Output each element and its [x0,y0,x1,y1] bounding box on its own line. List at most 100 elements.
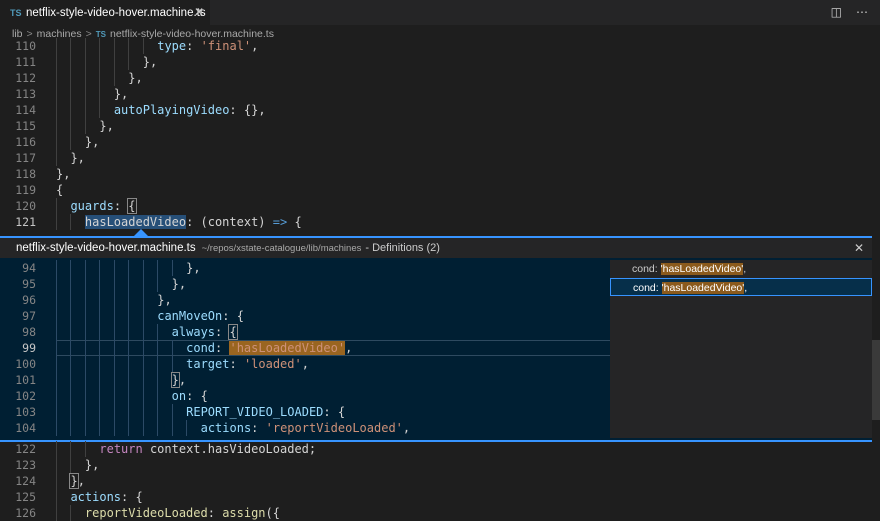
indent-guide [56,505,57,521]
split-editor-icon[interactable]: ◫ [831,5,842,19]
editor-code-top[interactable]: 110type: 'final',111},112},113},114autoP… [0,38,880,230]
code-line[interactable]: 125actions: { [0,489,880,505]
code-token: : [229,357,243,371]
code-token: } [172,373,179,387]
indent-guide [128,54,129,70]
indent-guide [172,404,173,420]
indent-guide [56,260,57,276]
code-line[interactable]: 121hasLoadedVideo: (context) => { [0,214,880,230]
indent-guide [114,420,115,436]
code-token: canMoveOn [157,309,222,323]
editor-code-bottom[interactable]: 122return context.hasVideoLoaded;123},12… [0,441,880,521]
indent-guide [70,86,71,102]
code-line[interactable]: 110type: 'final', [0,38,880,54]
line-number: 99 [0,340,36,356]
code-line[interactable]: 96}, [0,292,610,308]
indent-guide [114,38,115,54]
indent-guide [56,404,57,420]
line-number: 96 [0,292,36,308]
code-token: , [179,373,186,387]
reference-item[interactable]: cond: 'hasLoadedVideo', [610,278,872,296]
code-text: }, [143,54,157,70]
indent-guide [70,276,71,292]
code-token: REPORT_VIDEO_LOADED [186,405,323,419]
code-line[interactable]: 118}, [0,166,880,182]
peek-path: ~/repos/xstate-catalogue/lib/machines [202,243,362,254]
code-line[interactable]: 115}, [0,118,880,134]
code-line[interactable]: 104actions: 'reportVideoLoaded', [0,420,610,436]
code-line[interactable]: 101}, [0,372,610,388]
indent-guide [99,388,100,404]
code-text: }, [114,86,128,102]
indent-guide [85,260,86,276]
code-token: }, [85,458,99,472]
code-token: hasLoadedVideo [85,215,186,229]
code-line[interactable]: 113}, [0,86,880,102]
indent-guide [85,276,86,292]
indent-guide [70,324,71,340]
code-line[interactable]: 111}, [0,54,880,70]
code-line[interactable]: 122 return context.hasVideoLoaded; [0,441,880,457]
indent-guide [143,324,144,340]
reference-item[interactable]: cond: 'hasLoadedVideo', [610,260,872,278]
code-line[interactable]: 103REPORT_VIDEO_LOADED: { [0,404,610,420]
code-line[interactable]: 112}, [0,70,880,86]
code-line[interactable]: 94}, [0,260,610,276]
code-line[interactable]: 98always: { [0,324,610,340]
code-line[interactable]: 102on: { [0,388,610,404]
indent-guide [85,118,86,134]
code-text: }, [56,166,70,182]
reference-match: 'hasLoadedVideo' [661,263,744,275]
line-number: 122 [0,441,36,457]
code-line[interactable]: 123}, [0,457,880,473]
scrollbar[interactable] [872,340,880,420]
indent-guide [56,70,57,86]
code-line[interactable]: 95}, [0,276,610,292]
code-line[interactable]: 126reportVideoLoaded: assign({ [0,505,880,521]
code-text: reportVideoLoaded: assign({ [85,505,280,521]
code-token: }, [157,293,171,307]
code-text: return context.hasVideoLoaded; [99,441,316,457]
close-peek-icon[interactable]: ✕ [854,241,864,255]
indent-guide [143,356,144,372]
code-token: }, [99,119,113,133]
code-token: 'hasLoadedVideo' [229,341,345,355]
peek-filename[interactable]: netflix-style-video-hover.machine.ts [16,242,196,254]
peek-code[interactable]: 94},95},96},97canMoveOn: {98always: {99c… [0,260,610,438]
indent-guide [70,214,71,230]
line-number: 110 [0,38,36,54]
code-line[interactable]: 124}, [0,473,880,489]
indent-guide [157,420,158,436]
code-line[interactable]: 120guards: { [0,198,880,214]
close-tab-icon[interactable]: ✕ [194,5,204,19]
code-line[interactable]: 117}, [0,150,880,166]
indent-guide [114,260,115,276]
tab-actions: ◫ ⋯ [831,5,868,19]
indent-guide [99,260,100,276]
indent-guide [99,292,100,308]
editor-tab[interactable]: TS netflix-style-video-hover.machine.ts … [0,0,210,25]
code-line[interactable]: 114autoPlayingVideo: {}, [0,102,880,118]
code-line[interactable]: 100target: 'loaded', [0,356,610,372]
code-token: ({ [266,506,280,520]
indent-guide [70,420,71,436]
more-actions-icon[interactable]: ⋯ [856,5,868,19]
indent-guide [70,340,71,356]
code-text: }, [99,118,113,134]
code-line[interactable]: 116}, [0,134,880,150]
code-line[interactable]: 97canMoveOn: { [0,308,610,324]
code-token: , [78,474,85,488]
indent-guide [114,308,115,324]
code-token: reportVideoLoaded [85,506,208,520]
code-token: }, [128,71,142,85]
indent-guide [99,308,100,324]
code-line[interactable]: 119{ [0,182,880,198]
indent-guide [70,372,71,388]
code-token: , [251,39,258,53]
indent-guide [99,324,100,340]
line-number: 111 [0,54,36,70]
indent-guide [114,276,115,292]
code-line[interactable]: 99cond: 'hasLoadedVideo', [0,340,610,356]
indent-guide [70,308,71,324]
line-number: 98 [0,324,36,340]
